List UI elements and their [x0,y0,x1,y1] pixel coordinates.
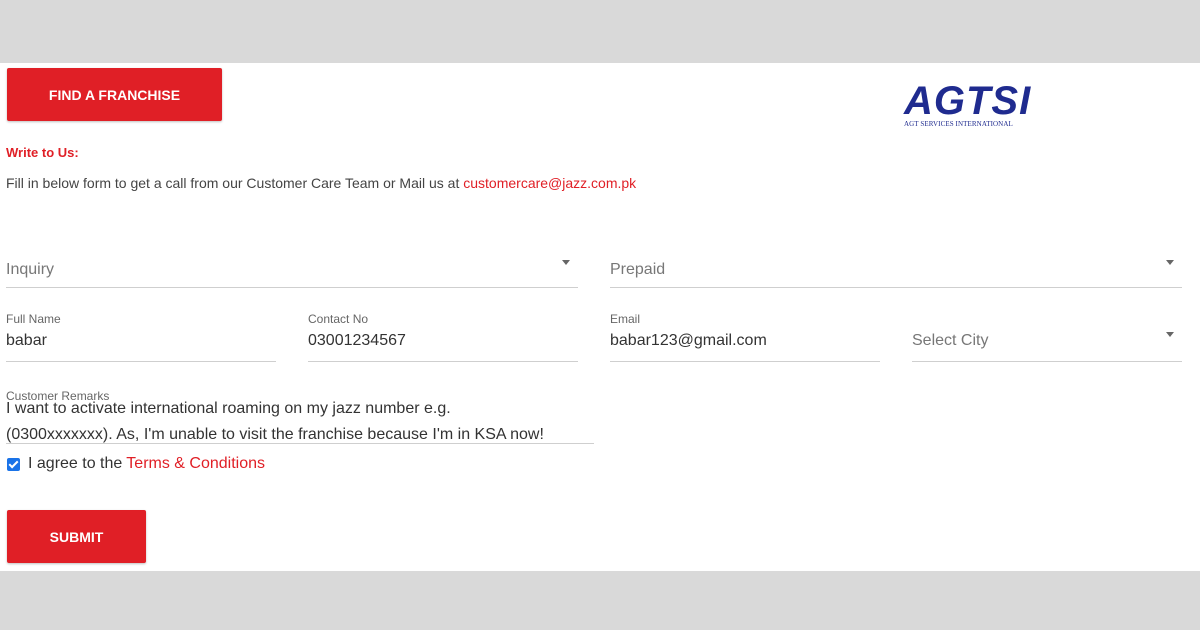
customer-care-email-link[interactable]: customercare@jazz.com.pk [463,175,636,191]
contact-form-panel: FIND A FRANCHISE AGTSI AGT SERVICES INTE… [0,63,1200,571]
customer-remarks-textarea[interactable]: I want to activate international roaming… [6,396,594,444]
city-select[interactable]: Select City [912,311,1182,362]
agree-checkbox[interactable] [7,457,20,471]
contact-no-value: 03001234567 [308,332,406,349]
full-name-field[interactable]: Full Name babar [6,311,276,362]
chevron-down-icon [1166,332,1174,337]
agtsi-logo: AGTSI AGT SERVICES INTERNATIONAL [904,81,1044,129]
full-name-label: Full Name [6,312,61,326]
email-field[interactable]: Email babar123@gmail.com [610,311,880,362]
terms-agreement: I agree to the Terms & Conditions [7,455,265,473]
logo-subtitle: AGT SERVICES INTERNATIONAL [904,120,1013,128]
contact-no-label: Contact No [308,312,369,326]
connection-type-select[interactable]: Prepaid [610,251,1182,288]
chevron-down-icon [562,260,570,265]
full-name-value: babar [6,332,47,349]
logo-wordmark: AGTSI [904,79,1032,123]
intro-text: Fill in below form to get a call from ou… [6,175,464,191]
chevron-down-icon [1166,260,1174,265]
form-title: Write to Us: [6,145,79,160]
remarks-line-2: (0300xxxxxxx). As, I'm unable to visit t… [6,426,544,443]
inquiry-type-select[interactable]: Inquiry [6,251,578,288]
connection-type-value: Prepaid [610,261,666,278]
find-franchise-button[interactable]: FIND A FRANCHISE [7,68,222,121]
inquiry-type-value: Inquiry [6,261,55,278]
email-value: babar123@gmail.com [610,332,767,349]
agree-text: I agree to the [28,455,123,472]
city-placeholder: Select City [912,332,989,349]
contact-no-field[interactable]: Contact No 03001234567 [308,311,578,362]
submit-button[interactable]: SUBMIT [7,510,146,563]
remarks-line-1: I want to activate international roaming… [6,400,451,417]
form-intro: Fill in below form to get a call from ou… [6,175,636,191]
email-label: Email [610,312,641,326]
terms-conditions-link[interactable]: Terms & Conditions [126,455,265,473]
